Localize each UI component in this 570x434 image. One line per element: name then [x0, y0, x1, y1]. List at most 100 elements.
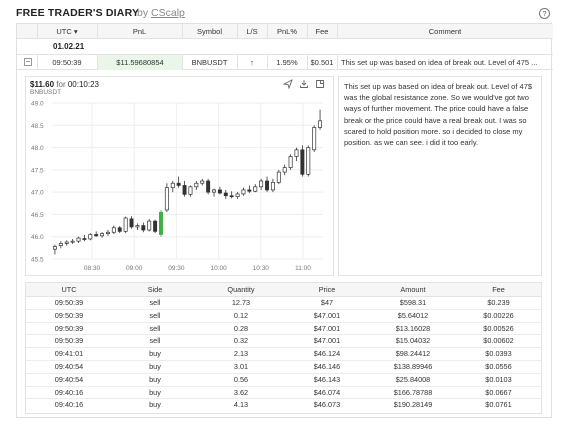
- date-group-label: 01.02.21: [53, 42, 85, 51]
- candle-body: [70, 240, 75, 243]
- candle-body: [200, 180, 205, 184]
- exec-amount: $5.64012: [397, 310, 429, 320]
- trade-comment[interactable]: This set up was based on idea of break o…: [338, 76, 542, 276]
- candle-body: [241, 189, 246, 195]
- candle-body: [318, 120, 323, 128]
- column-divider: [182, 55, 183, 69]
- col-header-comment[interactable]: Comment: [337, 24, 553, 39]
- exec-col-side[interactable]: Side: [112, 283, 198, 297]
- exec-quantity: 4.13: [233, 400, 249, 410]
- candle-body: [176, 182, 181, 186]
- exec-amount: $25.84008: [395, 374, 431, 384]
- candle-body: [111, 227, 116, 233]
- x-tick-label: 10:30: [253, 265, 270, 272]
- candle-body: [253, 186, 258, 192]
- exec-quantity: 3.62: [233, 387, 249, 397]
- candle-body: [235, 193, 240, 197]
- candle-entry-marker: [159, 211, 163, 235]
- exec-fee: $0.00226: [483, 310, 514, 320]
- collapse-icon[interactable]: −: [24, 58, 32, 66]
- col-header-ls[interactable]: L/S: [237, 24, 267, 39]
- candle-body: [164, 187, 169, 211]
- exec-fee: $0.0393: [485, 349, 512, 359]
- exec-amount: $166.78788: [393, 387, 433, 397]
- candle-body: [129, 218, 134, 228]
- chart-duration: 00:10:23: [67, 80, 99, 89]
- exec-utc: 09:40:16: [54, 400, 84, 410]
- exec-side: buy: [149, 349, 161, 359]
- y-tick-label: 48.5: [31, 123, 44, 130]
- candle-body: [123, 217, 128, 232]
- exec-quantity: 0.28: [233, 323, 249, 333]
- y-tick-label: 48.0: [31, 145, 44, 152]
- candle-body: [206, 180, 211, 193]
- candle-body: [153, 220, 158, 232]
- exec-fee: $0.239: [487, 298, 510, 307]
- price-chart[interactable]: 45.5 46.0 46.5 47.0 47.5 48.0 48.5 49.0 08:30 09:…: [26, 98, 333, 275]
- chart-symbol: BNBUSDT: [30, 89, 62, 96]
- col-header-fee[interactable]: Fee: [307, 24, 337, 39]
- exec-quantity: 12.73: [231, 298, 251, 307]
- send-icon[interactable]: [281, 79, 293, 90]
- candle-body: [194, 182, 199, 188]
- exec-quantity: 3.01: [233, 362, 249, 371]
- col-header-utc[interactable]: UTC ▾: [37, 24, 97, 39]
- candle-body: [135, 225, 140, 228]
- exec-utc: 09:50:39: [54, 336, 84, 346]
- exec-amount: $598.31: [399, 298, 427, 307]
- column-divider: [37, 24, 38, 38]
- execution-row: 09:40:54 buy 3.01 $46.146 $138.89946 $0.…: [26, 361, 541, 374]
- trade-comment-preview: This set up was based on idea of break o…: [341, 58, 538, 67]
- exec-col-amount[interactable]: Amount: [370, 283, 456, 297]
- column-divider: [337, 24, 338, 38]
- column-divider: [267, 24, 268, 38]
- exec-col-quantity[interactable]: Quantity: [198, 283, 284, 297]
- execution-row: 09:40:16 buy 3.62 $46.074 $166.78788 $0.…: [26, 387, 541, 400]
- exec-utc: 09:40:54: [54, 374, 84, 384]
- y-tick-label: 46.5: [31, 212, 44, 219]
- date-group-row: 01.02.21: [17, 39, 553, 55]
- exec-side: buy: [149, 362, 161, 371]
- expand-icon[interactable]: [314, 79, 325, 90]
- exec-price: $47.001: [313, 323, 341, 333]
- exec-fee: $0.0103: [485, 374, 512, 384]
- exec-price: $47.001: [313, 336, 341, 346]
- execution-row: 09:40:54 buy 0.56 $46.143 $25.84008 $0.0…: [26, 374, 541, 387]
- col-header-pnl-pct[interactable]: PnL%: [267, 24, 307, 39]
- candle-body: [217, 189, 222, 194]
- candle-body: [188, 186, 193, 195]
- executions-header: UTC Side Quantity Price Amount Fee: [26, 283, 541, 297]
- y-tick-label: 47.5: [31, 167, 44, 174]
- col-header-pnl[interactable]: PnL: [97, 24, 182, 39]
- exec-utc: 09:50:39: [54, 310, 84, 320]
- chart-for-label: for: [56, 80, 66, 89]
- diary-panel: UTC ▾ PnL Symbol L/S PnL% Fee Comment 01…: [16, 23, 553, 418]
- exec-col-price[interactable]: Price: [284, 283, 370, 297]
- exec-amount: $13.16028: [395, 323, 431, 333]
- exec-side: sell: [149, 310, 161, 320]
- exec-col-fee[interactable]: Fee: [456, 283, 541, 297]
- exec-quantity: 0.56: [233, 374, 249, 384]
- exec-col-utc[interactable]: UTC: [26, 283, 112, 297]
- exec-utc: 09:40:16: [54, 387, 84, 397]
- chart-panel: $11.60 for 00:10:23 BNBUSDT 45.5 46.0 46.5…: [25, 76, 334, 276]
- candle-body: [212, 189, 216, 193]
- exec-amount: $15.04032: [395, 336, 431, 346]
- trade-fee: $0.501: [310, 58, 334, 67]
- trade-utc: 09:50:39: [52, 58, 82, 67]
- brand-link[interactable]: CScalp: [151, 7, 185, 19]
- candle-body: [247, 189, 252, 192]
- exec-side: buy: [149, 374, 161, 384]
- candle-body: [265, 180, 270, 191]
- col-header-symbol[interactable]: Symbol: [182, 24, 237, 39]
- help-icon[interactable]: ?: [539, 8, 550, 19]
- exec-quantity: 0.32: [233, 336, 249, 346]
- exec-amount: $190.28149: [393, 400, 433, 410]
- exec-fee: $0.0761: [485, 400, 512, 410]
- y-tick-label: 47.0: [31, 190, 44, 197]
- exec-side: buy: [149, 400, 161, 410]
- trade-row[interactable]: − 09:50:39 $11.59680854 BNBUSDT ↑ 1.95% …: [17, 55, 553, 70]
- candle-body: [58, 243, 63, 246]
- download-icon[interactable]: [298, 79, 309, 90]
- exec-utc: 09:50:39: [54, 323, 84, 333]
